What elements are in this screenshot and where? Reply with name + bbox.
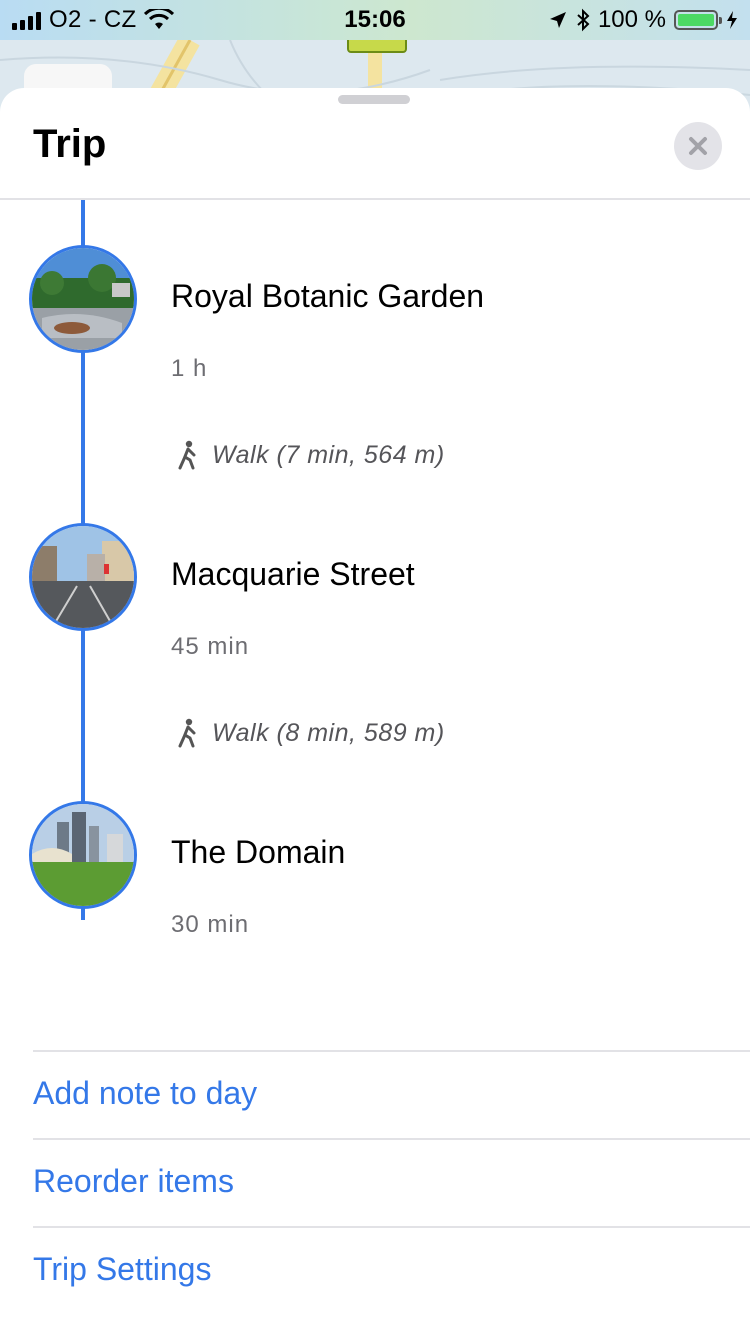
walking-person-icon bbox=[178, 718, 196, 748]
sheet-grabber-handle[interactable] bbox=[338, 95, 410, 104]
stop-name: Macquarie Street bbox=[171, 556, 415, 592]
stop-photo-royal-botanic-garden bbox=[29, 245, 137, 353]
battery-icon bbox=[674, 10, 722, 30]
close-icon bbox=[689, 137, 707, 155]
header-divider bbox=[0, 198, 750, 200]
stop-duration: 1 h bbox=[171, 355, 208, 382]
trip-sheet: Trip Royal Botanic Garden 1 h Walk (7 mi… bbox=[0, 88, 750, 1334]
walk-segment: Walk (7 min, 564 m) bbox=[176, 440, 445, 470]
divider bbox=[33, 1138, 750, 1140]
page-title: Trip bbox=[33, 122, 107, 166]
divider bbox=[33, 1050, 750, 1052]
location-arrow-icon bbox=[549, 12, 566, 28]
close-button[interactable] bbox=[674, 122, 722, 170]
stop-duration: 30 min bbox=[171, 911, 250, 938]
stop-photo-the-domain bbox=[29, 801, 137, 909]
trip-settings-button[interactable]: Trip Settings bbox=[33, 1251, 211, 1288]
walking-person-icon bbox=[178, 440, 196, 470]
stop-name: Royal Botanic Garden bbox=[171, 278, 485, 314]
charging-bolt-icon bbox=[727, 11, 737, 29]
reorder-items-button[interactable]: Reorder items bbox=[33, 1163, 234, 1200]
divider bbox=[33, 1226, 750, 1228]
walk-info: Walk (7 min, 564 m) bbox=[212, 440, 445, 469]
bluetooth-icon bbox=[577, 8, 590, 32]
walk-segment: Walk (8 min, 589 m) bbox=[176, 718, 445, 748]
status-bar: O2 - CZ 15:06 100 % bbox=[0, 0, 750, 40]
stop-duration: 45 min bbox=[171, 633, 250, 660]
stop-photo-macquarie-street bbox=[29, 523, 137, 631]
battery-percentage: 100 % bbox=[597, 6, 666, 33]
add-note-button[interactable]: Add note to day bbox=[33, 1075, 257, 1112]
stop-name: The Domain bbox=[171, 834, 346, 870]
walk-info: Walk (8 min, 589 m) bbox=[212, 718, 445, 747]
